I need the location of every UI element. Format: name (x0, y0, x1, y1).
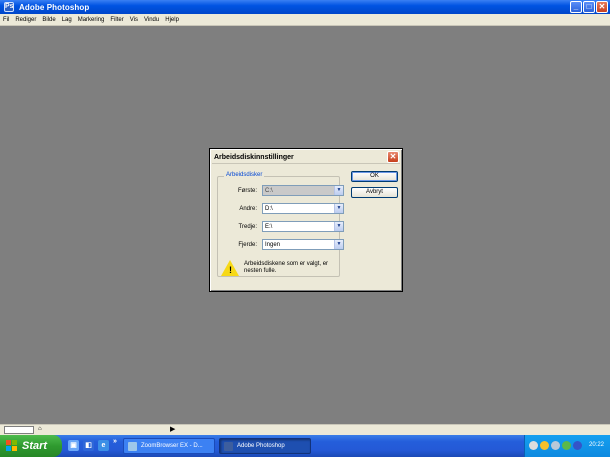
task-label-zoombrowser: ZoomBrowser EX - D... (141, 443, 203, 449)
photoshop-task-icon (224, 441, 233, 451)
menu-rediger[interactable]: Rediger (12, 17, 39, 23)
select-fourth-disk[interactable]: Ingen ▼ (262, 239, 344, 250)
chevron-down-icon: ▼ (334, 204, 343, 213)
field-label-third: Tredje: (238, 224, 257, 230)
field-label-first: Første: (238, 188, 257, 194)
field-row-second: Andre: D:\ ▼ (218, 203, 344, 216)
warning-exclamation-icon: ! (229, 265, 232, 275)
menu-vis[interactable]: Vis (127, 17, 141, 23)
chevron-down-icon: ▼ (334, 240, 343, 249)
warning-message: Arbeidsdiskene som er valgt, er nesten f… (244, 261, 329, 274)
window-controls: _ □ ✕ (570, 1, 608, 13)
maximize-button[interactable]: □ (583, 1, 595, 13)
tray-app-icon[interactable] (562, 441, 571, 450)
menu-fil[interactable]: Fil (0, 17, 12, 23)
menu-hjelp[interactable]: Hjelp (162, 17, 182, 23)
scratch-disk-dialog: Arbeidsdiskinnstillinger ✕ Arbeidsdisker… (209, 148, 403, 292)
quicklaunch-media-icon[interactable]: ◧ (83, 440, 94, 451)
task-photoshop[interactable]: Adobe Photoshop (219, 438, 311, 454)
window-titlebar[interactable]: Ps Adobe Photoshop _ □ ✕ (0, 0, 610, 14)
tray-security-icon[interactable] (540, 441, 549, 450)
tray-info-icon[interactable] (573, 441, 582, 450)
select-third-value: E:\ (265, 224, 273, 230)
status-menu-arrow-icon[interactable]: ▶ (170, 425, 175, 433)
menu-markering[interactable]: Markering (75, 17, 108, 23)
select-first-disk[interactable]: C:\ ▼ (262, 185, 344, 196)
task-zoombrowser[interactable]: ZoomBrowser EX - D... (123, 438, 215, 454)
select-third-disk[interactable]: E:\ ▼ (262, 221, 344, 232)
minimize-button[interactable]: _ (570, 1, 582, 13)
group-label: Arbeidsdisker (224, 172, 265, 178)
status-bar: ⌂ ▶ (0, 424, 610, 435)
start-label: Start (22, 440, 48, 452)
menu-vindu[interactable]: Vindu (141, 17, 162, 23)
field-label-fourth: Fjerde: (238, 242, 257, 248)
select-second-value: D:\ (265, 206, 273, 212)
document-info-icon[interactable]: ⌂ (38, 426, 42, 432)
menu-lag[interactable]: Lag (59, 17, 75, 23)
dialog-title: Arbeidsdiskinnstillinger (214, 153, 294, 161)
field-label-second: Andre: (239, 206, 257, 212)
quicklaunch-more-icon[interactable]: » (113, 438, 117, 445)
select-second-disk[interactable]: D:\ ▼ (262, 203, 344, 214)
tray-network-icon[interactable] (529, 441, 538, 450)
field-row-fourth: Fjerde: Ingen ▼ (218, 239, 344, 252)
cancel-button[interactable]: Avbryt (351, 187, 398, 198)
zoombrowser-icon (128, 441, 137, 451)
close-button[interactable]: ✕ (596, 1, 608, 13)
chevron-down-icon: ▼ (334, 222, 343, 231)
ok-button[interactable]: OK (351, 171, 398, 182)
taskbar-clock: 20:22 (588, 442, 604, 448)
windows-logo-icon (6, 440, 18, 452)
quicklaunch-show-desktop-icon[interactable]: ▣ (68, 440, 79, 451)
quicklaunch-ie-icon[interactable]: e (98, 440, 109, 451)
start-button[interactable]: Start (0, 435, 62, 457)
chevron-down-icon: ▼ (334, 186, 343, 195)
menu-bar: Fil Rediger Bilde Lag Markering Filter V… (0, 14, 610, 26)
taskbar: Start ▣ ◧ e » ZoomBrowser EX - D... Adob… (0, 435, 610, 457)
field-row-first: Første: C:\ ▼ (218, 185, 344, 198)
system-tray: 20:22 (524, 435, 610, 457)
dialog-close-button[interactable]: ✕ (387, 151, 399, 163)
dialog-titlebar[interactable]: Arbeidsdiskinnstillinger ✕ (212, 151, 400, 164)
task-label-photoshop: Adobe Photoshop (237, 443, 285, 449)
tray-volume-icon[interactable] (551, 441, 560, 450)
window-title: Adobe Photoshop (19, 2, 90, 12)
menu-bilde[interactable]: Bilde (39, 17, 58, 23)
field-row-third: Tredje: E:\ ▼ (218, 221, 344, 234)
zoom-input[interactable] (4, 426, 34, 434)
photoshop-app-icon: Ps (4, 2, 14, 12)
select-first-value: C:\ (265, 188, 273, 194)
select-fourth-value: Ingen (265, 242, 281, 248)
menu-filter[interactable]: Filter (107, 17, 126, 23)
